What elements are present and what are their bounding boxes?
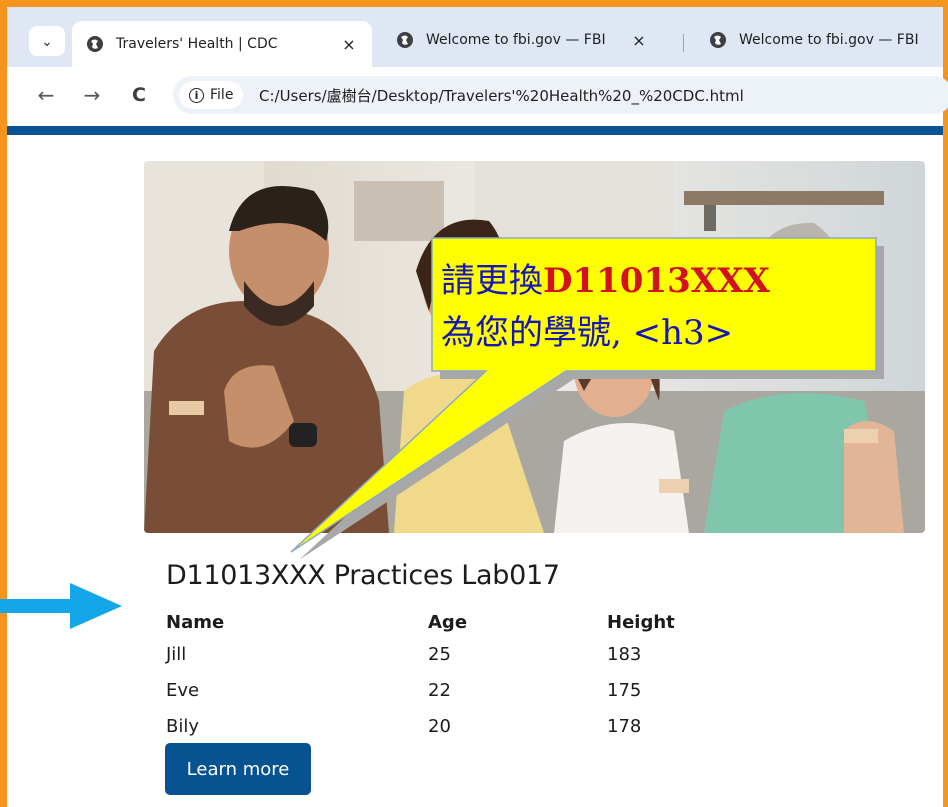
cell-age: 20 (428, 715, 451, 737)
cell-height: 183 (607, 643, 642, 665)
address-bar[interactable]: i File C:/Users/盧樹台/Desktop/Travelers'%2… (173, 76, 948, 114)
cell-height: 175 (607, 679, 642, 701)
callout-prefix: 請更換 (441, 261, 543, 301)
tab-strip: ⌄ Travelers' Health | CDC × Welcome to f… (7, 7, 943, 67)
forward-arrow-icon[interactable]: → (78, 81, 106, 109)
close-icon[interactable]: × (340, 35, 358, 54)
page-title: D11013XXX Practices Lab017 (166, 560, 560, 591)
reload-icon[interactable]: C (125, 81, 153, 109)
header-rule (7, 126, 943, 135)
cell-name: Bily (166, 715, 200, 737)
tab-search-button[interactable]: ⌄ (29, 26, 65, 56)
callout-student-id: D11013XXX (543, 261, 770, 301)
url-text[interactable]: C:/Users/盧樹台/Desktop/Travelers'%20Health… (259, 85, 744, 106)
info-icon: i (189, 87, 204, 103)
tab-title: Welcome to fbi.gov — FBI (426, 32, 606, 48)
back-arrow-icon[interactable]: ← (32, 81, 60, 109)
cell-height: 178 (607, 715, 642, 737)
callout-line-1: 請更換D11013XXX (441, 255, 871, 307)
close-icon[interactable]: × (630, 31, 648, 50)
tab-fbi-2[interactable]: Welcome to fbi.gov — FBI (695, 19, 943, 61)
column-header-age: Age (428, 611, 468, 633)
column-header-height: Height (607, 611, 675, 633)
callout-line-2: 為您的學號, <h3> (441, 313, 734, 353)
globe-icon (397, 32, 413, 48)
globe-icon (87, 36, 103, 52)
cell-name: Eve (166, 679, 200, 701)
toolbar: ← → C i File C:/Users/盧樹台/Desktop/Travel… (7, 67, 948, 122)
cell-age: 25 (428, 643, 451, 665)
learn-more-button[interactable]: Learn more (165, 743, 311, 795)
tab-title: Travelers' Health | CDC (116, 36, 278, 52)
cell-age: 22 (428, 679, 451, 701)
site-info-chip[interactable]: i File (179, 81, 244, 109)
data-table: Name Age Height Jill 25 183 Eve 22 175 B… (166, 608, 727, 744)
cell-name: Jill (166, 643, 187, 665)
callout-text: 請更換D11013XXX 為您的學號, <h3> (441, 255, 871, 359)
browser-chrome: ⌄ Travelers' Health | CDC × Welcome to f… (7, 7, 948, 122)
table-row: Eve 22 175 (166, 672, 727, 708)
tab-travelers-health[interactable]: Travelers' Health | CDC × (72, 21, 372, 67)
chip-label: File (210, 87, 234, 103)
pointer-arrow-icon (0, 583, 122, 629)
table-row: Bily 20 178 (166, 708, 727, 744)
table-row: Jill 25 183 (166, 636, 727, 672)
table-header-row: Name Age Height (166, 608, 727, 636)
globe-icon (710, 32, 726, 48)
chevron-down-icon: ⌄ (41, 32, 53, 49)
column-header-name: Name (166, 611, 225, 633)
tab-divider (683, 34, 684, 52)
tab-title: Welcome to fbi.gov — FBI (739, 32, 919, 48)
tab-fbi-1[interactable]: Welcome to fbi.gov — FBI × (382, 19, 662, 61)
